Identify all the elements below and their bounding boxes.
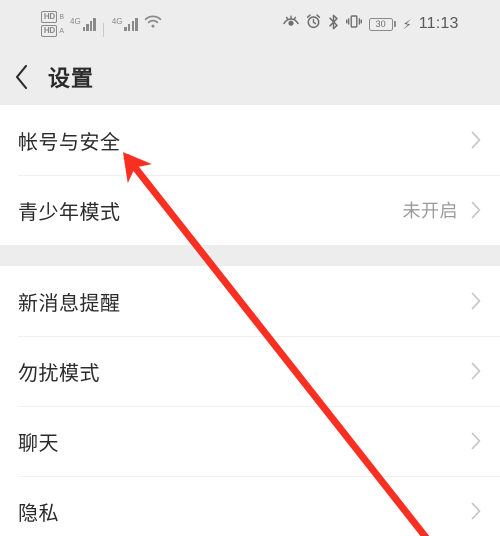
settings-row[interactable]: 勿扰模式 <box>0 336 500 406</box>
back-chevron-icon <box>14 63 30 91</box>
chevron-right-icon <box>471 502 481 520</box>
status-bar-left: HD B HD A 4G 4G <box>41 11 162 37</box>
settings-row-label: 青少年模式 <box>18 201 121 224</box>
signal-strength-1: 4G <box>69 16 96 31</box>
network-type-label: 4G <box>111 16 123 26</box>
network-type-label: 4G <box>70 16 81 26</box>
signal-strength-2: 4G <box>111 16 138 31</box>
chevron-right-icon <box>471 432 481 450</box>
page-title: 设置 <box>48 65 95 91</box>
settings-list: 帐号与安全青少年模式 未开启新消息提醒勿扰模式聊天隐私 <box>0 105 500 536</box>
settings-row-label: 勿扰模式 <box>18 362 100 385</box>
status-bar: HD B HD A 4G 4G 30 ⚡ 11:13 <box>0 0 500 48</box>
navigation-bar: 设置 <box>0 48 500 105</box>
phone-screen: HD B HD A 4G 4G 30 ⚡ 11:13 设置 帐号与安全 青少年模… <box>0 0 500 536</box>
hd-badge-1: HD B <box>41 11 64 23</box>
settings-row-label: 隐私 <box>18 502 59 525</box>
status-bar-right: 30 ⚡ 11:13 <box>282 14 459 35</box>
settings-row[interactable]: 聊天 <box>0 406 500 476</box>
charging-bolt-icon: ⚡ <box>402 16 412 32</box>
battery-cap <box>393 21 396 27</box>
chevron-right-icon <box>471 362 481 380</box>
battery-indicator: 30 <box>368 17 396 31</box>
chevron-right-icon <box>471 131 481 149</box>
bluetooth-icon <box>328 14 339 35</box>
settings-row[interactable]: 隐私 <box>0 476 500 536</box>
wifi-icon <box>143 14 163 34</box>
settings-row-label: 新消息提醒 <box>18 292 121 315</box>
settings-row-value: 未开启 <box>402 201 458 221</box>
alarm-clock-icon <box>306 14 321 34</box>
status-bar-clock: 11:13 <box>418 15 459 32</box>
battery-level-text: 30 <box>368 17 393 31</box>
eye-comfort-icon <box>282 15 299 34</box>
settings-row[interactable]: 青少年模式 未开启 <box>0 175 500 245</box>
back-button[interactable] <box>14 57 44 97</box>
hd-volte-badges: HD B HD A <box>41 11 64 37</box>
hd-icon: HD <box>41 11 58 23</box>
hd-sim-label: A <box>59 27 65 35</box>
vibrate-icon <box>345 14 362 34</box>
list-group: 新消息提醒勿扰模式聊天隐私 <box>0 266 500 536</box>
signal-bars-icon <box>82 17 96 31</box>
chevron-right-icon <box>471 201 481 219</box>
settings-row-label: 聊天 <box>18 432 59 455</box>
hd-icon: HD <box>41 25 58 37</box>
hd-badge-2: HD A <box>41 25 64 37</box>
list-group-separator <box>0 245 500 266</box>
chevron-right-icon <box>471 292 481 310</box>
settings-row-label: 帐号与安全 <box>18 131 121 154</box>
settings-row[interactable]: 帐号与安全 <box>0 105 500 175</box>
list-group: 帐号与安全青少年模式 未开启 <box>0 105 500 245</box>
signal-bars-icon <box>124 17 138 31</box>
signal-divider <box>102 23 104 37</box>
settings-row[interactable]: 新消息提醒 <box>0 266 500 336</box>
hd-sim-label: B <box>59 13 65 21</box>
